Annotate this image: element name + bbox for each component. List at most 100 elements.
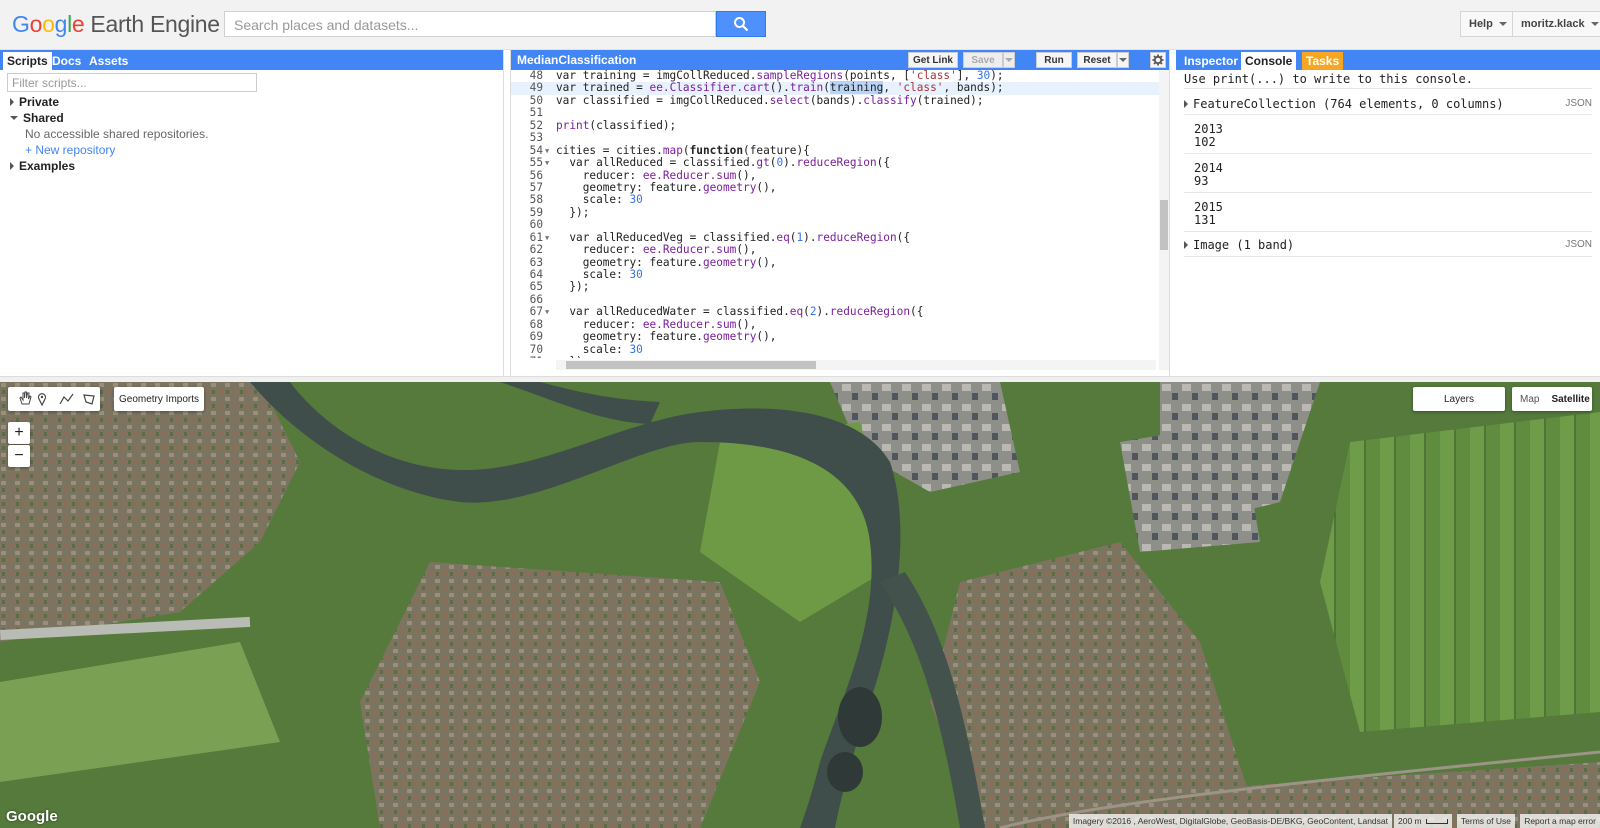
chevron-down-icon <box>1005 58 1013 62</box>
tab-inspector[interactable]: Inspector <box>1180 52 1242 70</box>
code-line[interactable]: 70 scale: 30 <box>511 343 1159 356</box>
code-editor-panel: MedianClassification Get Link Save Run R… <box>510 50 1170 376</box>
google-logo: Google <box>6 808 58 825</box>
code-line[interactable]: 52 print(classified); <box>511 118 1159 132</box>
map-type-satellite[interactable]: Satellite <box>1545 394 1595 405</box>
code-line[interactable]: 65 }); <box>511 280 1159 293</box>
earth-engine-logo[interactable]: Google Earth Engine <box>12 11 220 38</box>
search-button[interactable] <box>716 11 766 37</box>
drawing-toolbar <box>8 387 100 411</box>
chevron-right-icon <box>10 162 14 170</box>
line-number: 69 <box>529 330 543 344</box>
console-value-count: 102 <box>1194 135 1216 149</box>
hand-pan-icon[interactable] <box>19 391 32 405</box>
console-panel: Inspector Console Tasks Use print(...) t… <box>1176 50 1600 376</box>
divider <box>1184 231 1592 232</box>
fold-icon[interactable]: ▼ <box>545 157 549 169</box>
line-number: 53 <box>529 131 543 145</box>
reset-button[interactable]: Reset <box>1077 52 1117 68</box>
zoom-in-button[interactable]: + <box>8 422 30 444</box>
tree-item-examples[interactable]: Examples <box>10 159 75 173</box>
console-hint: Use print(...) to write to this console. <box>1184 72 1473 86</box>
expand-icon <box>1184 100 1188 108</box>
top-bar: Google Earth Engine Search places and dat… <box>0 0 1600 50</box>
user-account-button[interactable]: moritz.klack <box>1512 11 1600 37</box>
code-line[interactable]: 59 }); <box>511 205 1159 219</box>
line-number: 60 <box>529 218 543 232</box>
editor-settings-button[interactable] <box>1150 52 1166 68</box>
console-value-count: 93 <box>1194 174 1209 188</box>
code-text: }); <box>556 355 589 358</box>
save-dropdown-button[interactable] <box>1003 52 1015 68</box>
code-text: var allReducedWater = classified.eq(2).r… <box>569 305 924 319</box>
editor-vertical-scrollbar[interactable] <box>1159 70 1169 370</box>
run-button[interactable]: Run <box>1036 52 1072 68</box>
code-line[interactable]: 62 reducer: ee.Reducer.sum(), <box>511 243 1159 257</box>
map-view[interactable]: Geometry Imports + − Layers Map Satellit… <box>0 382 1600 828</box>
map-type-map[interactable]: Map <box>1512 394 1545 405</box>
code-text: var classified = imgCollReduced.select(b… <box>556 93 984 107</box>
filter-scripts-input[interactable]: Filter scripts... <box>7 73 257 92</box>
code-line[interactable]: 50 var classified = imgCollReduced.select… <box>511 93 1159 107</box>
fold-icon[interactable]: ▼ <box>545 145 549 157</box>
layers-button[interactable]: Layers <box>1413 387 1505 411</box>
polygon-icon[interactable] <box>83 394 95 405</box>
code-line[interactable]: 64 scale: 30 <box>511 268 1159 281</box>
marker-icon[interactable] <box>37 393 47 407</box>
tab-assets[interactable]: Assets <box>85 52 132 70</box>
search-input[interactable]: Search places and datasets... <box>224 11 716 37</box>
code-text: }); <box>556 205 590 219</box>
gear-icon <box>1152 54 1164 66</box>
get-link-button[interactable]: Get Link <box>908 52 958 68</box>
save-button[interactable]: Save <box>963 52 1003 68</box>
tab-scripts[interactable]: Scripts <box>3 52 52 70</box>
left-panel-tabs: Scripts Docs Assets <box>0 50 503 70</box>
reset-dropdown-button[interactable] <box>1117 52 1129 68</box>
zoom-out-button[interactable]: − <box>8 445 30 467</box>
fold-icon[interactable]: ▼ <box>545 306 549 318</box>
scrollbar-thumb[interactable] <box>1160 200 1168 250</box>
json-link[interactable]: JSON <box>1565 98 1592 109</box>
code-line[interactable]: 49 var trained = ee.Classifier.cart().tra… <box>511 81 1159 95</box>
scrollbar-thumb[interactable] <box>566 361 816 369</box>
help-button[interactable]: Help <box>1460 11 1516 37</box>
divider <box>1184 114 1592 115</box>
report-map-error-link[interactable]: Report a map error <box>1520 814 1600 828</box>
code-line[interactable]: 71 }); <box>511 355 1159 358</box>
image-entry[interactable]: Image (1 band) JSON <box>1184 238 1592 252</box>
code-line[interactable]: 55 ▼ var allReduced = classified.gt(0).re… <box>511 156 1159 170</box>
code-line[interactable]: 67 ▼ var allReducedWater = classified.eq(… <box>511 305 1159 319</box>
chevron-down-icon <box>1119 58 1127 62</box>
json-link[interactable]: JSON <box>1565 239 1592 250</box>
line-number: 51 <box>529 106 543 120</box>
line-icon[interactable] <box>59 393 74 405</box>
line-number: 58 <box>529 193 543 207</box>
line-number: 62 <box>529 243 543 257</box>
code-line[interactable]: 69 geometry: feature.geometry(), <box>511 330 1159 344</box>
chevron-right-icon <box>10 98 14 106</box>
fold-icon[interactable]: ▼ <box>545 232 549 244</box>
code-line[interactable]: 51 <box>511 106 1159 120</box>
tab-docs[interactable]: Docs <box>48 52 85 70</box>
feature-collection-entry[interactable]: FeatureCollection (764 elements, 0 colum… <box>1184 97 1592 111</box>
tree-item-shared[interactable]: Shared <box>10 111 64 125</box>
code-line[interactable]: 58 scale: 30 <box>511 193 1159 207</box>
code-editor[interactable]: 48 var training = imgCollReduced.sampleRe… <box>511 70 1159 358</box>
tree-item-private[interactable]: Private <box>10 95 59 109</box>
divider <box>1184 153 1592 154</box>
line-number: 55 <box>529 156 543 170</box>
chevron-down-icon <box>1498 22 1507 26</box>
tab-tasks[interactable]: Tasks <box>1302 52 1344 70</box>
code-line[interactable]: 53 <box>511 131 1159 145</box>
scale-bar-line <box>1425 818 1448 824</box>
console-value-year: 2013 <box>1194 122 1223 136</box>
editor-horizontal-scrollbar[interactable] <box>556 360 1156 370</box>
shared-empty-note: No accessible shared repositories. <box>25 127 209 141</box>
terms-of-use-link[interactable]: Terms of Use <box>1456 814 1515 828</box>
geometry-imports-button[interactable]: Geometry Imports <box>114 387 204 411</box>
new-repository-link[interactable]: + New repository <box>25 143 115 157</box>
right-panel-tabs: Inspector Console Tasks <box>1176 50 1600 70</box>
code-text: print(classified); <box>556 118 677 132</box>
tab-console[interactable]: Console <box>1241 52 1297 70</box>
scale-bar: 200 m <box>1394 814 1452 828</box>
